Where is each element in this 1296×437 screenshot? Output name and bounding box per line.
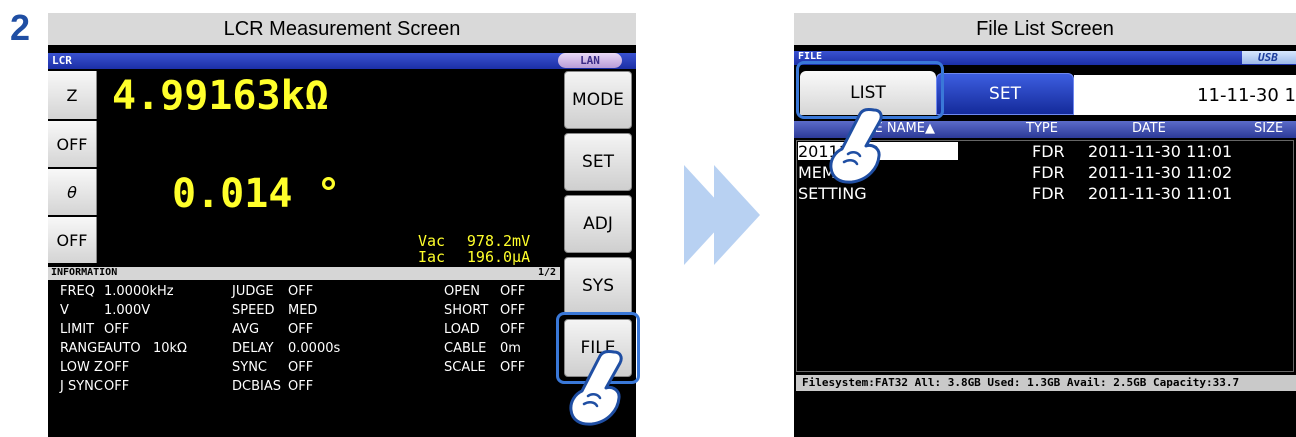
file-list-caption: File List Screen: [794, 13, 1296, 45]
info-value: AUTO 10kΩ: [104, 341, 187, 356]
sys-button[interactable]: SYS: [564, 257, 632, 315]
info-label: V: [60, 303, 69, 318]
lan-badge: LAN: [558, 53, 622, 68]
step-number: 2: [10, 7, 31, 48]
column-header-date[interactable]: DATE: [1132, 121, 1166, 136]
info-value: OFF: [500, 284, 526, 299]
info-label: SHORT: [444, 303, 489, 318]
date-display: 11-11-30 1: [1074, 75, 1296, 115]
pointing-hand-icon: [569, 350, 623, 426]
file-type: FDR: [1032, 163, 1065, 182]
param2-off-button[interactable]: OFF: [48, 217, 97, 263]
file-date: 2011-11-30 11:01: [1088, 142, 1233, 161]
lcr-title: LCR: [52, 54, 72, 67]
impedance-readout: 4.99163kΩ: [112, 73, 329, 119]
info-value: OFF: [104, 360, 130, 375]
info-value: 0.0000s: [288, 341, 341, 356]
list-item[interactable]: SETTING FDR 2011-11-30 11:01: [796, 184, 1294, 203]
info-label: AVG: [232, 322, 260, 337]
info-value: 0m: [500, 341, 521, 356]
column-header-type[interactable]: TYPE: [1026, 121, 1058, 136]
file-name: SETTING: [798, 184, 867, 203]
phase-readout: 0.014 °: [172, 171, 341, 217]
lcr-screen: LCR LAN Z OFF θ OFF 4.99163kΩ 0.014 ° Va…: [48, 45, 636, 437]
column-header-size[interactable]: SIZE: [1254, 121, 1283, 136]
lcr-caption: LCR Measurement Screen: [48, 13, 636, 45]
adj-button[interactable]: ADJ: [564, 195, 632, 253]
lcr-topbar: LCR LAN: [48, 53, 636, 69]
info-value: OFF: [500, 360, 526, 375]
info-label: CABLE: [444, 341, 487, 356]
info-row: V 1.000V SPEED MED SHORT OFF: [48, 303, 558, 320]
filesystem-status-bar: Filesystem:FAT32 All: 3.8GB Used: 1.3GB …: [796, 375, 1296, 391]
info-label: SPEED: [232, 303, 275, 318]
info-label: LOAD: [444, 322, 480, 337]
info-row: RANGE AUTO 10kΩ DELAY 0.0000s CABLE 0m: [48, 341, 558, 358]
file-type: FDR: [1032, 184, 1065, 203]
info-label: OPEN: [444, 284, 481, 299]
file-date: 2011-11-30 11:01: [1088, 184, 1233, 203]
pointing-hand-icon: [829, 108, 883, 184]
info-label: RANGE: [60, 341, 106, 356]
info-label: DELAY: [232, 341, 274, 356]
info-label: DCBIAS: [232, 379, 281, 394]
info-value: OFF: [288, 360, 314, 375]
vac-value: 978.2mV: [466, 232, 531, 250]
info-value: MED: [288, 303, 318, 318]
iac-label: Iac: [418, 248, 446, 266]
file-date: 2011-11-30 11:02: [1088, 163, 1233, 182]
info-value: OFF: [288, 284, 314, 299]
param2-button[interactable]: θ: [48, 169, 97, 215]
iac-value: 196.0μA: [466, 248, 531, 266]
info-value: 1.0000kHz: [104, 284, 174, 299]
info-value: OFF: [288, 322, 314, 337]
info-value: 1.000V: [104, 303, 151, 318]
info-value: OFF: [104, 322, 130, 337]
tab-set[interactable]: SET: [936, 73, 1074, 115]
info-value: OFF: [288, 379, 314, 394]
info-title: INFORMATION: [51, 267, 118, 278]
double-arrow-icon: [684, 165, 760, 265]
usb-badge: USB: [1242, 51, 1296, 64]
info-row: LIMIT OFF AVG OFF LOAD OFF: [48, 322, 558, 339]
vac-monitor: Vac 978.2mV: [418, 233, 530, 249]
file-type: FDR: [1032, 142, 1065, 161]
info-value: OFF: [500, 303, 526, 318]
param1-off-button[interactable]: OFF: [48, 121, 97, 167]
info-label: LOW Z: [60, 360, 103, 375]
usb-label: USB: [1258, 51, 1278, 64]
info-value: OFF: [104, 379, 130, 394]
date-text: 11-11-30 1: [1197, 84, 1296, 106]
set-button[interactable]: SET: [564, 133, 632, 191]
info-row: FREQ 1.0000kHz JUDGE OFF OPEN OFF: [48, 284, 558, 301]
info-label: J SYNC: [60, 379, 103, 394]
info-label: JUDGE: [232, 284, 274, 299]
param1-button[interactable]: Z: [48, 71, 97, 119]
info-label: FREQ: [60, 284, 95, 299]
info-value: OFF: [500, 322, 526, 337]
info-label: SCALE: [444, 360, 486, 375]
info-label: LIMIT: [60, 322, 95, 337]
info-header: INFORMATION 1/2: [48, 267, 560, 280]
iac-monitor: Iac 196.0μA: [418, 249, 530, 265]
info-label: SYNC: [232, 360, 267, 375]
mode-button[interactable]: MODE: [564, 71, 632, 129]
info-page: 1/2: [538, 267, 557, 278]
info-row: LOW Z OFF SYNC OFF SCALE OFF: [48, 360, 558, 377]
info-row: J SYNC OFF DCBIAS OFF: [48, 379, 558, 396]
